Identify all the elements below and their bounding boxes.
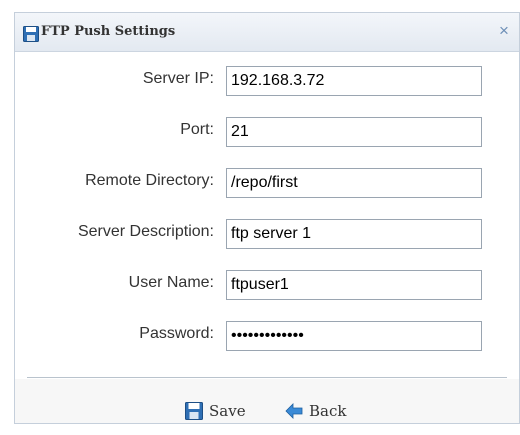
server-description-input[interactable]	[226, 219, 482, 249]
remote-directory-row: Remote Directory:	[15, 168, 519, 198]
footer-divider	[27, 377, 507, 378]
server-ip-label: Server IP:	[142, 70, 214, 87]
ftp-settings-form: Server IP: Port: Remote Directory: Serve…	[15, 51, 519, 375]
dialog-titlebar: FTP Push Settings ×	[15, 13, 519, 52]
password-label: Password:	[139, 325, 214, 342]
port-row: Port:	[15, 117, 519, 147]
save-button[interactable]: Save	[185, 399, 246, 423]
floppy-disk-icon	[185, 402, 203, 420]
back-button[interactable]: Back	[285, 399, 346, 423]
user-name-input[interactable]	[226, 270, 482, 300]
back-arrow-icon	[285, 402, 303, 420]
port-label: Port:	[180, 121, 214, 138]
floppy-disk-icon	[23, 26, 39, 42]
remote-directory-label: Remote Directory:	[85, 172, 214, 189]
password-input[interactable]	[226, 321, 482, 351]
user-name-row: User Name:	[15, 270, 519, 300]
remote-directory-input[interactable]	[226, 168, 482, 198]
close-icon[interactable]: ×	[495, 22, 513, 40]
server-ip-input[interactable]	[226, 66, 482, 96]
back-button-label: Back	[309, 402, 347, 420]
server-description-label: Server Description:	[77, 223, 214, 240]
ftp-push-settings-dialog: FTP Push Settings × Server IP: Port: Rem…	[14, 12, 520, 424]
save-button-label: Save	[209, 402, 246, 420]
password-row: Password:	[15, 321, 519, 351]
server-ip-row: Server IP:	[15, 66, 519, 96]
port-input[interactable]	[226, 117, 482, 147]
dialog-footer: Save Back	[15, 379, 519, 423]
server-description-row: Server Description:	[15, 219, 519, 249]
dialog-title: FTP Push Settings	[41, 24, 176, 39]
user-name-label: User Name:	[128, 274, 214, 291]
